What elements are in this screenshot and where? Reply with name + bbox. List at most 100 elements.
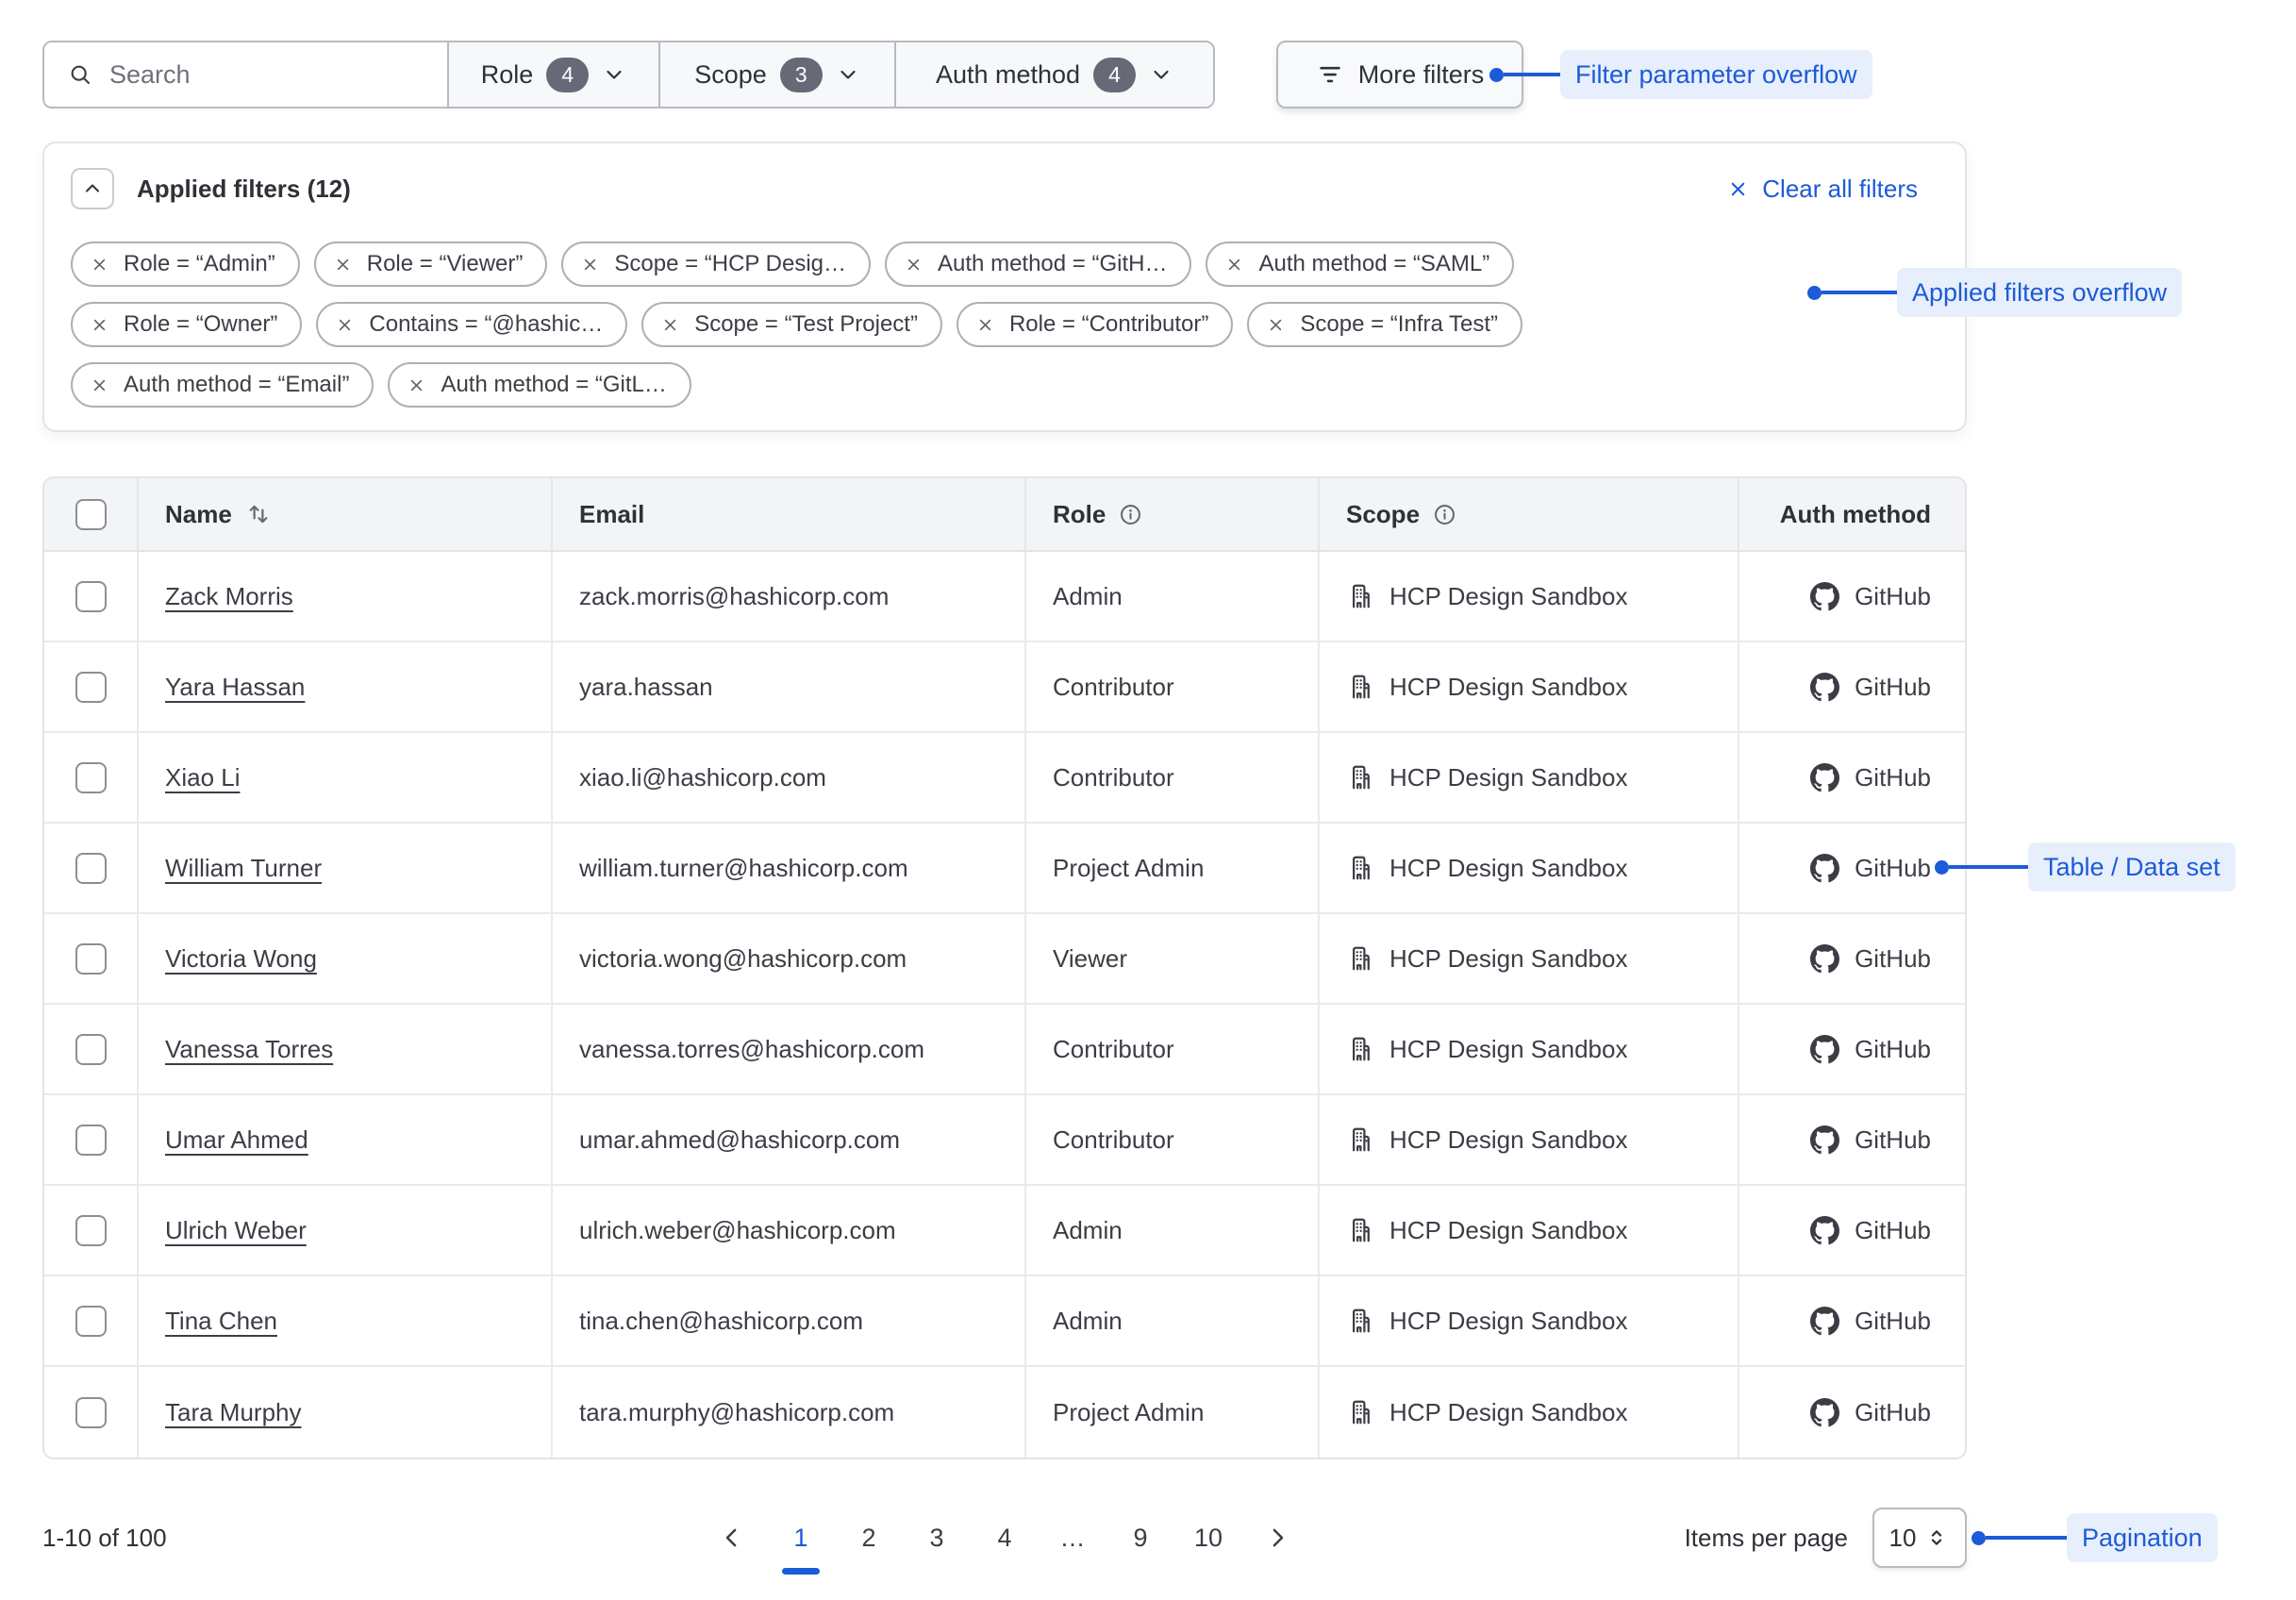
row-checkbox-cell [44, 1367, 137, 1458]
page-button-10[interactable]: 10 [1193, 1519, 1223, 1557]
org-building-icon [1346, 673, 1374, 701]
applied-filter-pill[interactable]: Scope = “Infra Test” [1247, 302, 1522, 347]
page-button-1[interactable]: 1 [786, 1519, 816, 1557]
applied-filter-pill-label: Role = “Viewer” [367, 251, 524, 277]
applied-filter-pill[interactable]: Contains = “@hashic… [316, 302, 627, 347]
results-range-label: 1-10 of 100 [42, 1524, 167, 1553]
more-filters-button[interactable]: More filters [1276, 41, 1523, 108]
info-icon[interactable] [1118, 502, 1143, 527]
table-row: Tara Murphytara.murphy@hashicorp.comProj… [44, 1367, 1965, 1458]
row-checkbox[interactable] [75, 1397, 107, 1428]
user-name-link[interactable]: Yara Hassan [165, 673, 305, 702]
applied-filter-pill-row: Auth method = “Email” Auth method = “GitL… [71, 362, 1938, 408]
applied-filter-pill[interactable]: Scope = “HCP Desig… [561, 242, 871, 287]
row-checkbox[interactable] [75, 672, 107, 703]
role-cell: Contributor [1024, 642, 1318, 731]
role-cell: Project Admin [1024, 824, 1318, 912]
page-button-9[interactable]: 9 [1125, 1519, 1156, 1557]
applied-filter-pill[interactable]: Scope = “Test Project” [641, 302, 942, 347]
page-button-2[interactable]: 2 [854, 1519, 884, 1557]
filter-lines-icon [1316, 60, 1344, 89]
user-name-link[interactable]: Xiao Li [165, 763, 241, 792]
annotation-label: Pagination [2067, 1513, 2218, 1562]
auth-method-filter-label: Auth method [936, 60, 1080, 90]
annotation-table-data-set: Table / Data set [1935, 842, 2236, 892]
applied-filter-pill[interactable]: Role = “Owner” [71, 302, 302, 347]
github-icon [1810, 944, 1839, 974]
role-cell: Admin [1024, 552, 1318, 641]
user-name-link[interactable]: Tara Murphy [165, 1398, 302, 1427]
row-checkbox[interactable] [75, 853, 107, 884]
role-cell: Admin [1024, 1276, 1318, 1365]
github-icon [1810, 854, 1839, 883]
chevron-down-icon [836, 62, 860, 87]
annotation-pagination: Pagination [1972, 1513, 2218, 1562]
clear-all-filters-button[interactable]: Clear all filters [1726, 175, 1918, 204]
row-checkbox[interactable] [75, 1125, 107, 1156]
role-filter-dropdown[interactable]: Role 4 [447, 42, 658, 107]
page-button-3[interactable]: 3 [922, 1519, 952, 1557]
column-header-email: Email [551, 478, 1024, 550]
search-field[interactable] [44, 42, 447, 107]
applied-filter-pill[interactable]: Auth method = “GitL… [388, 362, 690, 408]
user-name-link[interactable]: Tina Chen [165, 1307, 277, 1336]
page-ellipsis: … [1057, 1519, 1088, 1557]
user-name-link[interactable]: Zack Morris [165, 582, 293, 611]
collapse-applied-filters-button[interactable] [71, 168, 114, 209]
items-per-page: Items per page 10 [1685, 1508, 1967, 1568]
org-building-icon [1346, 854, 1374, 882]
user-name-link[interactable]: Umar Ahmed [165, 1125, 308, 1155]
github-icon [1810, 673, 1839, 702]
annotation-line [1504, 73, 1560, 76]
user-name-link[interactable]: Victoria Wong [165, 944, 317, 974]
user-name-link[interactable]: Ulrich Weber [165, 1216, 307, 1245]
row-checkbox[interactable] [75, 581, 107, 612]
column-header-name[interactable]: Name [137, 478, 551, 550]
github-icon [1810, 1398, 1839, 1427]
auth-method-cell: GitHub [1738, 552, 1965, 641]
select-all-checkbox[interactable] [75, 499, 107, 530]
users-table: Name Email Role Scope [42, 476, 1967, 1459]
applied-filter-pills: Role = “Admin” Role = “Viewer” Scope = “HC… [71, 242, 1938, 408]
annotation-filter-parameter-overflow: Filter parameter overflow [1489, 50, 1872, 99]
sort-arrows-icon[interactable] [244, 500, 273, 528]
applied-filter-pill[interactable]: Auth method = “SAML” [1206, 242, 1514, 287]
previous-page-button[interactable] [716, 1519, 748, 1557]
info-icon[interactable] [1432, 502, 1457, 527]
name-cell: Yara Hassan [137, 642, 551, 731]
applied-filter-pill[interactable]: Auth method = “Email” [71, 362, 374, 408]
page-button-4[interactable]: 4 [990, 1519, 1020, 1557]
row-checkbox[interactable] [75, 1215, 107, 1246]
next-page-button[interactable] [1261, 1519, 1293, 1557]
applied-filter-pill[interactable]: Role = “Admin” [71, 242, 300, 287]
row-checkbox[interactable] [75, 762, 107, 793]
email-cell: zack.morris@hashicorp.com [551, 552, 1024, 641]
scope-filter-dropdown[interactable]: Scope 3 [658, 42, 894, 107]
email-cell: william.turner@hashicorp.com [551, 824, 1024, 912]
auth-method-cell: GitHub [1738, 824, 1965, 912]
annotation-label: Filter parameter overflow [1560, 50, 1872, 99]
scope-filter-count-badge: 3 [780, 58, 823, 92]
role-filter-count-badge: 4 [546, 58, 589, 92]
user-name-link[interactable]: Vanessa Torres [165, 1035, 333, 1064]
applied-filters-panel: Applied filters (12) Clear all filters R… [42, 142, 1967, 432]
row-checkbox-cell [44, 552, 137, 641]
row-checkbox[interactable] [75, 1306, 107, 1337]
row-checkbox[interactable] [75, 943, 107, 975]
row-checkbox[interactable] [75, 1034, 107, 1065]
applied-filter-pill-label: Scope = “HCP Desig… [614, 251, 846, 277]
role-cell: Contributor [1024, 1095, 1318, 1184]
applied-filter-pill[interactable]: Role = “Contributor” [957, 302, 1233, 347]
items-per-page-select[interactable]: 10 [1872, 1508, 1967, 1568]
applied-filter-pill-label: Role = “Contributor” [1009, 311, 1208, 338]
auth-method-cell: GitHub [1738, 642, 1965, 731]
applied-filter-pill-label: Auth method = “GitL… [441, 372, 666, 398]
user-name-link[interactable]: William Turner [165, 854, 322, 883]
auth-method-cell: GitHub [1738, 1276, 1965, 1365]
search-input[interactable] [109, 60, 424, 90]
auth-method-filter-dropdown[interactable]: Auth method 4 [894, 42, 1213, 107]
column-header-scope: Scope [1318, 478, 1738, 550]
applied-filter-pill[interactable]: Auth method = “GitH… [885, 242, 1191, 287]
filter-group: Role 4 Scope 3 Auth method 4 [42, 41, 1215, 108]
applied-filter-pill[interactable]: Role = “Viewer” [314, 242, 548, 287]
